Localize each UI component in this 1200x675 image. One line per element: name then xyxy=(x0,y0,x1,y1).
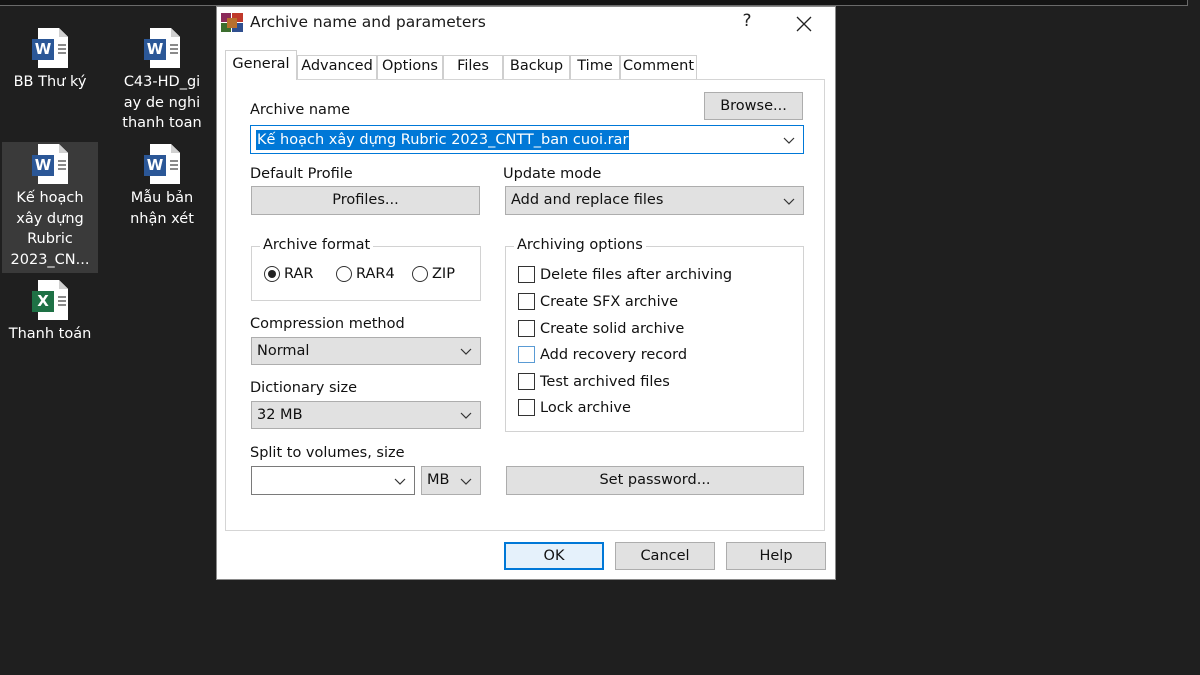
checkbox-icon xyxy=(518,320,535,337)
title-bar[interactable]: Archive name and parameters ? xyxy=(217,7,835,39)
compression-method-value: Normal xyxy=(257,343,310,359)
checkbox-test-files[interactable]: Test archived files xyxy=(518,373,670,390)
checkbox-icon xyxy=(518,266,535,283)
word-file-icon: W xyxy=(32,144,68,184)
default-profile-label: Default Profile xyxy=(250,166,353,182)
radio-unchecked-icon xyxy=(336,266,352,282)
cancel-button[interactable]: Cancel xyxy=(615,542,715,570)
radio-checked-icon xyxy=(264,266,280,282)
tab-general[interactable]: General xyxy=(225,50,297,80)
split-unit-value: MB xyxy=(427,472,450,488)
desktop-icon-label: Kế hoạch xây dựng Rubric 2023_CN... xyxy=(10,190,90,268)
checkbox-recovery-record[interactable]: Add recovery record xyxy=(518,346,687,363)
checkbox-icon xyxy=(518,293,535,310)
dictionary-size-value: 32 MB xyxy=(257,407,303,423)
excel-file-icon: X xyxy=(32,280,68,320)
tab-comment[interactable]: Comment xyxy=(620,55,697,79)
archive-format-group: Archive format RAR RAR4 ZIP xyxy=(251,237,481,301)
winrar-icon xyxy=(221,13,243,33)
checkbox-label: Create SFX archive xyxy=(540,293,679,310)
checkbox-icon xyxy=(518,399,535,416)
split-volumes-label: Split to volumes, size xyxy=(250,445,405,461)
checkbox-create-sfx[interactable]: Create SFX archive xyxy=(518,293,678,310)
help-icon[interactable]: ? xyxy=(737,11,757,35)
checkbox-label: Delete files after archiving xyxy=(540,266,733,283)
checkbox-lock-archive[interactable]: Lock archive xyxy=(518,399,631,416)
radio-label: RAR xyxy=(284,266,314,282)
desktop-icon-bb-thu-ky[interactable]: W BB Thư ký xyxy=(2,28,98,128)
tab-files[interactable]: Files xyxy=(443,55,503,79)
word-file-icon: W xyxy=(144,28,180,68)
tab-options[interactable]: Options xyxy=(377,55,443,79)
compression-method-select[interactable]: Normal xyxy=(251,337,481,365)
desktop-icon-label: C43-HD_gi ay de nghi thanh toan xyxy=(122,74,202,131)
checkbox-label: Lock archive xyxy=(540,399,631,416)
word-file-icon: W xyxy=(32,28,68,68)
compression-method-label: Compression method xyxy=(250,316,405,332)
radio-label: ZIP xyxy=(432,266,455,282)
archive-name-label: Archive name xyxy=(250,102,350,118)
close-button[interactable] xyxy=(791,11,817,35)
checkbox-delete-files[interactable]: Delete files after archiving xyxy=(518,266,732,283)
checkbox-icon xyxy=(518,373,535,390)
archive-name-value: Kế hoạch xây dựng Rubric 2023_CNTT_ban c… xyxy=(256,130,630,150)
update-mode-select[interactable]: Add and replace files xyxy=(505,186,804,215)
radio-rar4[interactable]: RAR4 xyxy=(336,266,395,282)
desktop-icon-ke-hoach[interactable]: W Kế hoạch xây dựng Rubric 2023_CN... xyxy=(2,142,98,273)
browse-button[interactable]: Browse... xyxy=(704,92,803,120)
word-file-icon: W xyxy=(144,144,180,184)
archive-name-input[interactable]: Kế hoạch xây dựng Rubric 2023_CNTT_ban c… xyxy=(250,125,804,154)
desktop-icon-label: BB Thư ký xyxy=(13,74,87,90)
radio-label: RAR4 xyxy=(356,266,395,282)
dialog-title: Archive name and parameters xyxy=(250,13,486,31)
desktop-icon-c43-hd[interactable]: W C43-HD_gi ay de nghi thanh toan xyxy=(114,28,210,138)
tab-time[interactable]: Time xyxy=(570,55,620,79)
desktop-icon-label: Thanh toán xyxy=(8,326,92,342)
checkbox-icon xyxy=(518,346,535,363)
archiving-options-group: Archiving options Delete files after arc… xyxy=(505,237,804,432)
split-unit-select[interactable]: MB xyxy=(421,466,481,495)
desktop-icon-thanh-toan[interactable]: X Thanh toán xyxy=(2,280,98,350)
radio-rar[interactable]: RAR xyxy=(264,266,313,282)
radio-zip[interactable]: ZIP xyxy=(412,266,455,282)
checkbox-create-solid[interactable]: Create solid archive xyxy=(518,320,684,337)
archive-format-title: Archive format xyxy=(260,237,374,253)
archiving-options-title: Archiving options xyxy=(514,237,646,253)
chevron-down-icon xyxy=(460,348,472,355)
help-button[interactable]: Help xyxy=(726,542,826,570)
chevron-down-icon[interactable] xyxy=(783,134,795,146)
archive-dialog: Archive name and parameters ? General Ad… xyxy=(216,6,836,580)
tab-backup[interactable]: Backup xyxy=(503,55,570,79)
chevron-down-icon xyxy=(460,478,472,485)
split-volumes-input[interactable] xyxy=(251,466,415,495)
chevron-down-icon xyxy=(394,478,406,485)
radio-unchecked-icon xyxy=(412,266,428,282)
checkbox-label: Add recovery record xyxy=(540,346,688,363)
checkbox-label: Create solid archive xyxy=(540,320,685,337)
chevron-down-icon xyxy=(460,412,472,419)
desktop-icon-label: Mẫu bản nhận xét xyxy=(130,190,194,227)
update-mode-value: Add and replace files xyxy=(511,192,664,208)
ok-button[interactable]: OK xyxy=(504,542,604,570)
profiles-button[interactable]: Profiles... xyxy=(251,186,480,215)
tab-advanced[interactable]: Advanced xyxy=(297,55,377,79)
checkbox-label: Test archived files xyxy=(540,373,670,390)
update-mode-label: Update mode xyxy=(503,166,602,182)
dictionary-size-select[interactable]: 32 MB xyxy=(251,401,481,429)
dictionary-size-label: Dictionary size xyxy=(250,380,358,396)
general-panel: Archive name Browse... Kế hoạch xây dựng… xyxy=(225,79,825,531)
close-icon xyxy=(796,16,812,32)
set-password-button[interactable]: Set password... xyxy=(506,466,804,495)
desktop-icon-mau-ban[interactable]: W Mẫu bản nhận xét xyxy=(114,144,210,234)
chevron-down-icon xyxy=(783,198,795,205)
